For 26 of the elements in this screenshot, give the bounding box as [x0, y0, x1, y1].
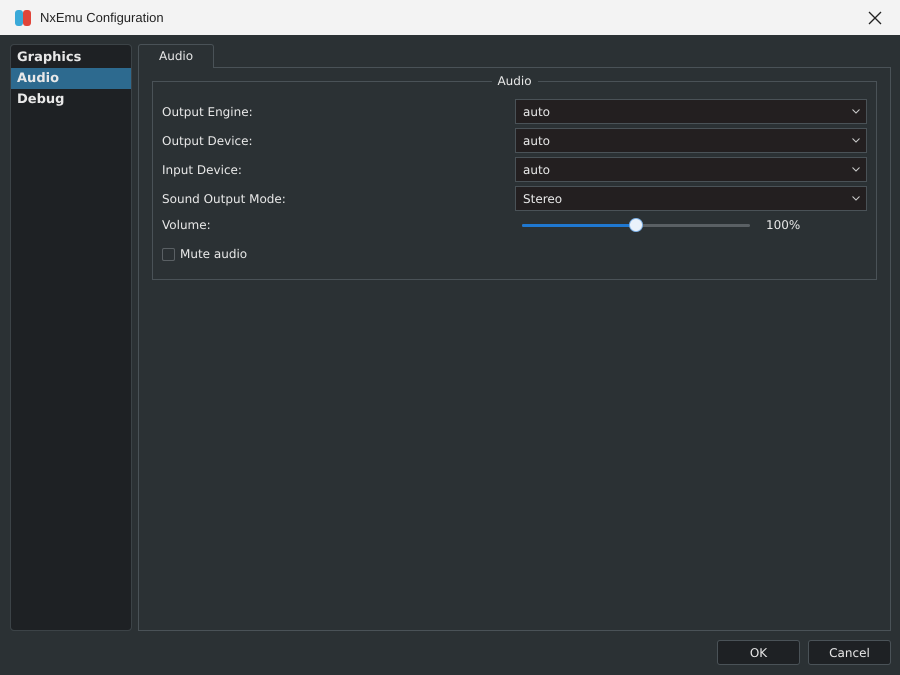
cancel-button[interactable]: Cancel — [808, 640, 891, 665]
field-label: Output Engine: — [162, 104, 253, 118]
checkbox[interactable] — [162, 248, 175, 260]
dropdown[interactable]: auto — [515, 99, 867, 124]
field-label: Output Device: — [162, 134, 253, 148]
tab[interactable]: Audio — [138, 44, 214, 68]
volume-reading: 100% — [766, 218, 800, 232]
field-label: Sound Output Mode: — [162, 192, 286, 206]
dropdown[interactable]: auto — [515, 128, 867, 153]
dropdown[interactable]: auto — [515, 157, 867, 182]
group-title: Audio — [491, 74, 538, 88]
chevron-icon — [852, 167, 860, 172]
dropdown[interactable]: Stereo — [515, 186, 867, 211]
field-label: Input Device: — [162, 162, 242, 176]
close-icon[interactable] — [868, 10, 882, 24]
ok-button[interactable]: OK — [717, 640, 800, 665]
sidebar-item[interactable]: Audio — [11, 68, 131, 89]
chevron-icon — [852, 196, 860, 201]
sidebar-item[interactable]: Graphics — [11, 47, 131, 68]
app-icon — [14, 8, 32, 28]
field-label: Volume: — [162, 218, 211, 232]
chevron-icon — [852, 109, 860, 114]
window-title: NxEmu Configuration — [40, 10, 164, 25]
chevron-icon — [852, 138, 860, 143]
sidebar-item[interactable]: Debug — [11, 89, 131, 110]
checkbox-label: Mute audio — [180, 247, 248, 261]
